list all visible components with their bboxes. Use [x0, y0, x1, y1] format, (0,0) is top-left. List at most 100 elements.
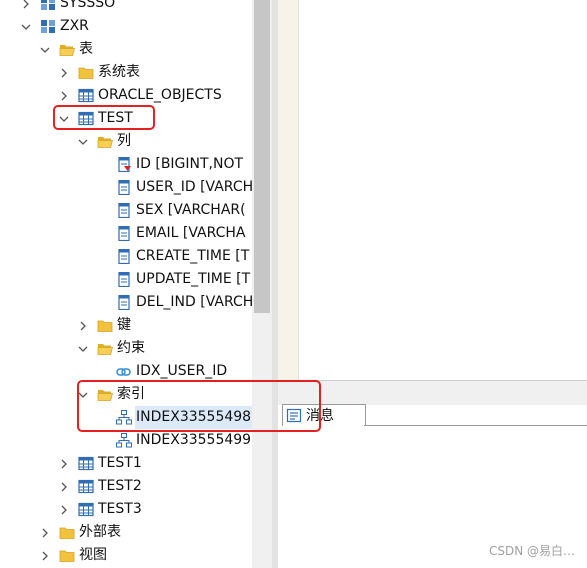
- chevron-right-icon[interactable]: [58, 61, 70, 84]
- column-icon: [116, 295, 132, 310]
- column-icon: [116, 180, 132, 195]
- primary-key-column-icon: [116, 157, 132, 172]
- column-icon: [116, 249, 132, 264]
- table-icon: [78, 111, 94, 126]
- tree-item[interactable]: ID [BIGINT,NOT: [0, 153, 252, 176]
- tree-item-label: IDX_USER_ID: [136, 363, 228, 379]
- chevron-right-icon[interactable]: [58, 498, 70, 521]
- tree-item[interactable]: 系统表: [0, 61, 252, 84]
- tree-item-label: 外部表: [79, 524, 121, 540]
- folder-icon: [78, 65, 94, 80]
- tree-item[interactable]: 视图: [0, 544, 252, 567]
- watermark-text: CSDN @易白…: [488, 544, 575, 558]
- tree-item[interactable]: IDX_USER_ID: [0, 360, 252, 383]
- chevron-right-icon[interactable]: [58, 475, 70, 498]
- index-icon: [116, 433, 132, 448]
- tree-item[interactable]: 键: [0, 314, 252, 337]
- table-icon: [78, 88, 94, 103]
- tree-item-label: INDEX33555498: [135, 406, 252, 429]
- chevron-right-icon[interactable]: [39, 521, 51, 544]
- tab-messages[interactable]: 消息: [282, 404, 366, 427]
- tree-item-label: ZXR: [60, 18, 89, 34]
- tree-item[interactable]: SEX [VARCHAR(: [0, 199, 252, 222]
- tree-item-label: TEST: [98, 110, 133, 126]
- folder-open-icon: [59, 42, 75, 57]
- tree-item-label: 视图: [79, 547, 107, 563]
- tree-item[interactable]: TEST3: [0, 498, 252, 521]
- schema-icon: [40, 19, 56, 34]
- tree-item[interactable]: INDEX33555499: [0, 429, 252, 452]
- tree-item[interactable]: DEL_IND [VARCH: [0, 291, 252, 314]
- editor-gutter: [278, 0, 298, 380]
- chevron-right-icon[interactable]: [20, 0, 32, 15]
- tree-item-label: TEST2: [98, 478, 142, 494]
- tree-item[interactable]: ORACLE_OBJECTS: [0, 84, 252, 107]
- message-icon: [286, 408, 302, 423]
- chevron-down-icon[interactable]: [20, 15, 32, 38]
- tree-item[interactable]: SYSSSO: [0, 0, 252, 15]
- chevron-down-icon[interactable]: [77, 130, 89, 153]
- tree-item[interactable]: 索引: [0, 383, 252, 406]
- tree-item-label: DEL_IND [VARCH: [136, 294, 252, 310]
- tree-item[interactable]: USER_ID [VARCH: [0, 176, 252, 199]
- chevron-down-icon[interactable]: [58, 107, 70, 130]
- chevron-down-icon[interactable]: [39, 38, 51, 61]
- object-tree[interactable]: SYSSSO ZXR 表系统表 ORACLE_OBJECTS TEST 列 ID [BIGI…: [0, 0, 252, 568]
- folder-open-icon: [97, 341, 113, 356]
- tree-item-label: INDEX33555499: [136, 432, 252, 448]
- chevron-right-icon[interactable]: [39, 544, 51, 567]
- table-icon: [78, 502, 94, 517]
- folder-icon: [59, 525, 75, 540]
- table-icon: [78, 479, 94, 494]
- tree-item-label: SEX [VARCHAR(: [136, 202, 246, 218]
- tree-item[interactable]: 约束: [0, 337, 252, 360]
- tree-item[interactable]: UPDATE_TIME [T: [0, 268, 252, 291]
- gutter-divider: [298, 0, 299, 380]
- tree-item-label: UPDATE_TIME [T: [136, 271, 251, 287]
- tree-item-label: CREATE_TIME [T: [136, 248, 250, 264]
- chevron-right-icon[interactable]: [58, 452, 70, 475]
- tree-item-label: ORACLE_OBJECTS: [98, 87, 222, 103]
- tree-item[interactable]: EMAIL [VARCHA: [0, 222, 252, 245]
- folder-open-icon: [97, 134, 113, 149]
- index-icon: [116, 410, 132, 425]
- editor-area[interactable]: [278, 0, 587, 380]
- table-icon: [78, 456, 94, 471]
- column-icon: [116, 203, 132, 218]
- column-icon: [116, 272, 132, 287]
- constraint-icon: [116, 364, 132, 379]
- folder-open-icon: [97, 387, 113, 402]
- tree-item[interactable]: ZXR: [0, 15, 252, 38]
- schema-icon: [40, 0, 56, 11]
- chevron-down-icon[interactable]: [77, 337, 89, 360]
- tree-item-label: SYSSSO: [60, 0, 116, 11]
- column-icon: [116, 226, 132, 241]
- scrollbar-thumb[interactable]: [254, 0, 270, 313]
- tree-item-label: EMAIL [VARCHA: [136, 225, 246, 241]
- tab-messages-label: 消息: [306, 408, 334, 424]
- tree-item[interactable]: 外部表: [0, 521, 252, 544]
- tree-item-label: ID [BIGINT,NOT: [136, 156, 244, 172]
- panel-divider-strip: [278, 380, 587, 405]
- tree-item-label: 表: [79, 41, 93, 57]
- tree-item[interactable]: 列: [0, 130, 252, 153]
- chevron-right-icon[interactable]: [58, 84, 70, 107]
- tree-item-label: USER_ID [VARCH: [136, 179, 252, 195]
- tree-item-label: 索引: [117, 386, 145, 402]
- tree-item[interactable]: TEST2: [0, 475, 252, 498]
- tree-item-label: 系统表: [98, 64, 140, 80]
- tree-item[interactable]: CREATE_TIME [T: [0, 245, 252, 268]
- chevron-down-icon[interactable]: [77, 383, 89, 406]
- chevron-right-icon[interactable]: [77, 314, 89, 337]
- tree-item-label: TEST1: [98, 455, 142, 471]
- folder-icon: [97, 318, 113, 333]
- tree-scrollbar[interactable]: [252, 0, 272, 568]
- tree-item[interactable]: INDEX33555498: [0, 406, 252, 429]
- tree-item[interactable]: TEST1: [0, 452, 252, 475]
- tree-item-label: 列: [117, 133, 131, 149]
- tree-item[interactable]: TEST: [0, 107, 252, 130]
- tree-item-label: TEST3: [98, 501, 142, 517]
- tree-item-label: 约束: [117, 340, 145, 356]
- tree-item[interactable]: 表: [0, 38, 252, 61]
- tree-item-label: 键: [117, 317, 131, 333]
